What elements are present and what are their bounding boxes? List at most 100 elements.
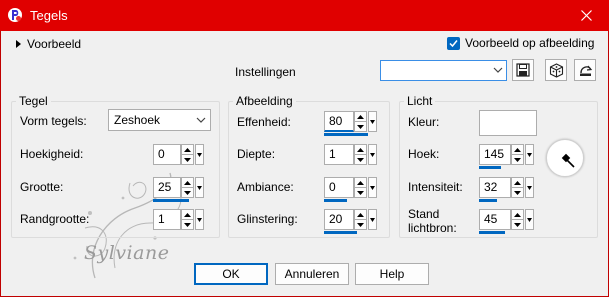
shape-value: Zeshoek xyxy=(114,113,161,127)
save-icon xyxy=(516,63,530,77)
settings-dropdown[interactable] xyxy=(380,60,507,81)
window-title: Tegels xyxy=(30,8,68,23)
spin-up-icon[interactable] xyxy=(512,145,523,155)
spin-down-icon[interactable] xyxy=(355,122,366,131)
slider-dropdown-icon[interactable] xyxy=(525,209,534,230)
spin-up-icon[interactable] xyxy=(512,210,523,220)
preview-toggle[interactable]: Voorbeeld xyxy=(16,37,81,51)
ambience-stepper[interactable] xyxy=(354,177,367,198)
elevation-stepper[interactable] xyxy=(511,209,524,230)
spin-down-icon[interactable] xyxy=(512,188,523,197)
close-button[interactable] xyxy=(564,0,609,31)
slider-dropdown-icon[interactable] xyxy=(368,144,377,165)
angle-dial-pointer-icon xyxy=(561,153,575,168)
afbeelding-legend: Afbeelding xyxy=(236,94,293,108)
border-input[interactable]: 1 xyxy=(153,209,181,230)
intensity-stepper[interactable] xyxy=(511,177,524,198)
preview-on-image-label: Voorbeeld op afbeelding xyxy=(465,36,595,50)
spin-up-icon[interactable] xyxy=(355,210,366,220)
elevation-input[interactable]: 45 xyxy=(479,209,511,230)
smoothness-slider-bar xyxy=(324,133,368,136)
border-stepper[interactable] xyxy=(181,209,194,230)
slider-dropdown-icon[interactable] xyxy=(368,209,377,230)
smoothness-input[interactable]: 80 xyxy=(324,111,354,132)
shininess-label: Glinstering: xyxy=(237,212,298,226)
checkmark-icon xyxy=(447,36,460,50)
spin-up-icon[interactable] xyxy=(182,145,193,155)
spin-down-icon[interactable] xyxy=(512,155,523,164)
reset-button[interactable] xyxy=(574,59,596,81)
slider-dropdown-icon[interactable] xyxy=(195,209,204,230)
elevation-label-line2: lichtbron: xyxy=(408,221,457,235)
spin-up-icon[interactable] xyxy=(355,178,366,188)
smoothness-label: Effenheid: xyxy=(237,115,291,129)
elevation-label: Stand lichtbron: xyxy=(408,207,457,235)
depth-stepper[interactable] xyxy=(354,144,367,165)
chevron-down-icon xyxy=(493,67,503,73)
elevation-slider-bar xyxy=(479,231,505,234)
light-color-swatch[interactable] xyxy=(479,110,537,136)
slider-dropdown-icon[interactable] xyxy=(195,177,204,198)
smoothness-stepper[interactable] xyxy=(354,111,367,132)
ambience-input[interactable]: 0 xyxy=(324,177,354,198)
expand-arrow-icon xyxy=(16,40,21,48)
randomize-button[interactable] xyxy=(545,59,567,81)
color-label: Kleur: xyxy=(408,115,440,129)
spin-down-icon[interactable] xyxy=(182,220,193,229)
shape-label: Vorm tegels: xyxy=(20,114,87,128)
watermark-text: Sylviane xyxy=(84,242,170,264)
spin-down-icon[interactable] xyxy=(512,220,523,229)
spin-down-icon[interactable] xyxy=(182,188,193,197)
shininess-input[interactable]: 20 xyxy=(324,209,354,230)
close-icon xyxy=(581,10,592,21)
size-slider-bar xyxy=(153,199,189,202)
chevron-down-icon xyxy=(196,117,206,123)
spin-up-icon[interactable] xyxy=(182,178,193,188)
slider-dropdown-icon[interactable] xyxy=(368,111,377,132)
settings-label: Instellingen xyxy=(235,65,296,79)
angle-input[interactable]: 145 xyxy=(479,144,511,165)
size-label: Grootte: xyxy=(20,180,64,194)
shininess-slider-bar xyxy=(324,231,357,234)
slider-dropdown-icon[interactable] xyxy=(525,144,534,165)
angle-label: Hoek: xyxy=(408,147,440,161)
help-button[interactable]: Help xyxy=(355,263,429,285)
shininess-stepper[interactable] xyxy=(354,209,367,230)
intensity-label: Intensiteit: xyxy=(408,180,463,194)
border-label: Randgrootte: xyxy=(20,212,90,226)
spin-down-icon[interactable] xyxy=(182,155,193,164)
dice-icon xyxy=(549,62,563,78)
spin-down-icon[interactable] xyxy=(355,155,366,164)
slider-dropdown-icon[interactable] xyxy=(368,177,377,198)
save-preset-button[interactable] xyxy=(512,59,534,81)
reset-icon xyxy=(579,65,592,76)
depth-input[interactable]: 1 xyxy=(324,144,354,165)
size-input[interactable]: 25 xyxy=(153,177,181,198)
preview-on-image-checkbox[interactable]: Voorbeeld op afbeelding xyxy=(447,36,594,50)
ambience-slider-bar xyxy=(324,199,347,202)
angle-slider-bar xyxy=(479,166,501,169)
ok-button[interactable]: OK xyxy=(194,263,268,285)
preview-label: Voorbeeld xyxy=(27,37,82,51)
spin-up-icon[interactable] xyxy=(355,112,366,122)
depth-label: Diepte: xyxy=(237,147,276,161)
spin-down-icon[interactable] xyxy=(355,188,366,197)
intensity-slider-bar xyxy=(479,199,497,202)
angle-dial[interactable] xyxy=(546,139,584,177)
size-stepper[interactable] xyxy=(181,177,194,198)
elevation-label-line1: Stand xyxy=(408,207,440,221)
spin-up-icon[interactable] xyxy=(355,145,366,155)
slider-dropdown-icon[interactable] xyxy=(525,177,534,198)
angularity-stepper[interactable] xyxy=(181,144,194,165)
shape-select[interactable]: Zeshoek xyxy=(108,109,211,131)
spin-up-icon[interactable] xyxy=(512,178,523,188)
angle-stepper[interactable] xyxy=(511,144,524,165)
spin-up-icon[interactable] xyxy=(182,210,193,220)
spin-down-icon[interactable] xyxy=(355,220,366,229)
cancel-button[interactable]: Annuleren xyxy=(275,263,349,285)
angularity-input[interactable]: 0 xyxy=(153,144,181,165)
licht-legend: Licht xyxy=(407,94,433,108)
tegel-legend: Tegel xyxy=(19,94,48,108)
slider-dropdown-icon[interactable] xyxy=(195,144,204,165)
intensity-input[interactable]: 32 xyxy=(479,177,511,198)
